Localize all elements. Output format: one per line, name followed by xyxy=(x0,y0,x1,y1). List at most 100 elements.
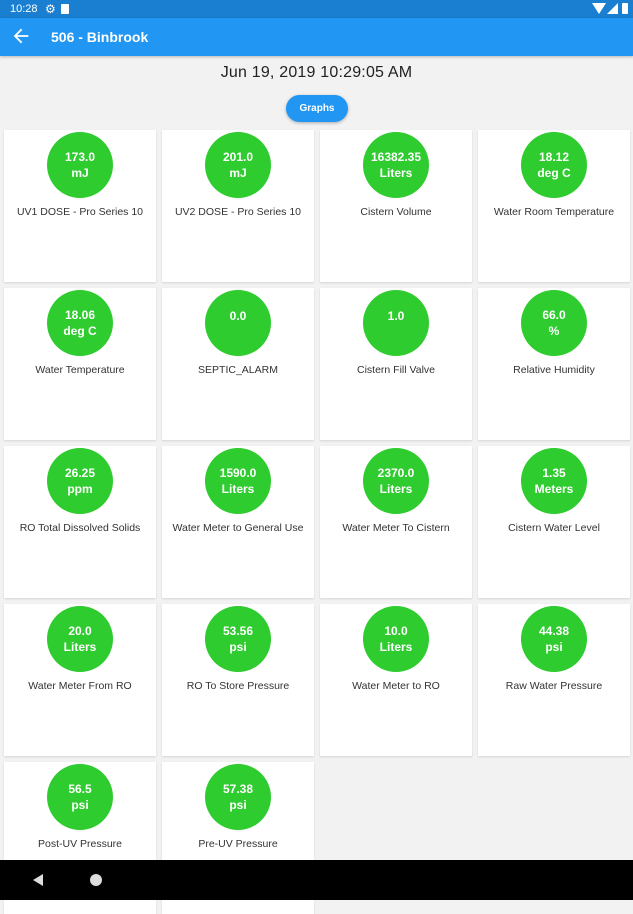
sensor-card[interactable]: 53.56 psi RO To Store Pressure xyxy=(162,604,314,756)
sensor-unit: mJ xyxy=(71,166,89,180)
sensor-value-badge: 2370.0 Liters xyxy=(363,448,429,514)
app-bar: 506 - Binbrook xyxy=(0,18,633,56)
sensor-unit: psi xyxy=(229,640,247,654)
sd-card-icon xyxy=(61,4,69,14)
sensor-value: 16382.35 xyxy=(370,150,422,164)
sensor-value-badge: 1.0 xyxy=(363,290,429,356)
sensor-label: Water Meter From RO xyxy=(28,680,132,692)
sensor-value-badge: 173.0 mJ xyxy=(47,132,113,198)
sensor-card[interactable]: 20.0 Liters Water Meter From RO xyxy=(4,604,156,756)
sensor-value-badge: 44.38 psi xyxy=(521,606,587,672)
sensor-label: Water Meter To Cistern xyxy=(342,522,450,534)
sensor-label: Raw Water Pressure xyxy=(505,680,603,692)
status-time: 10:28 xyxy=(10,3,38,15)
sensor-label: Water Meter to General Use xyxy=(172,522,304,534)
sensor-label: Water Meter to RO xyxy=(352,680,440,692)
sensor-value: 20.0 xyxy=(68,624,92,638)
sensor-value: 53.56 xyxy=(222,624,254,638)
sensor-value-badge: 57.38 psi xyxy=(205,764,271,830)
sensor-unit: Liters xyxy=(379,640,413,654)
sensor-card[interactable]: 44.38 psi Raw Water Pressure xyxy=(478,604,630,756)
sensor-value: 201.0 xyxy=(222,150,254,164)
sensor-unit: mJ xyxy=(229,166,247,180)
sensor-value: 44.38 xyxy=(538,624,570,638)
sensor-value: 66.0 xyxy=(542,308,566,322)
nav-back-icon[interactable] xyxy=(33,874,43,886)
sensor-label: UV1 DOSE - Pro Series 10 xyxy=(16,206,144,218)
sensor-label: SEPTIC_ALARM xyxy=(198,364,278,376)
sensor-value: 18.06 xyxy=(64,308,96,322)
sensor-label: Water Room Temperature xyxy=(493,206,615,218)
sensor-value: 0.0 xyxy=(229,309,247,323)
sensor-value-badge: 20.0 Liters xyxy=(47,606,113,672)
sensor-value: 1.0 xyxy=(387,309,405,323)
sensor-label: Relative Humidity xyxy=(513,364,595,376)
sensor-value: 1590.0 xyxy=(219,466,257,480)
sensor-card[interactable]: 201.0 mJ UV2 DOSE - Pro Series 10 xyxy=(162,130,314,282)
sensor-value-badge: 16382.35 Liters xyxy=(363,132,429,198)
sensor-value: 10.0 xyxy=(384,624,408,638)
sensor-card[interactable]: 18.06 deg C Water Temperature xyxy=(4,288,156,440)
battery-icon xyxy=(622,3,628,14)
sensor-grid: 173.0 mJ UV1 DOSE - Pro Series 10 201.0 mJ UV… xyxy=(0,130,633,914)
sensor-unit: psi xyxy=(229,798,247,812)
sensor-card[interactable]: 10.0 Liters Water Meter to RO xyxy=(320,604,472,756)
sensor-card[interactable]: 173.0 mJ UV1 DOSE - Pro Series 10 xyxy=(4,130,156,282)
sensor-unit: psi xyxy=(71,798,89,812)
sensor-card[interactable]: 16382.35 Liters Cistern Volume xyxy=(320,130,472,282)
settings-gear-icon: ⚙ xyxy=(45,2,56,16)
sensor-unit: ppm xyxy=(67,482,93,496)
sensor-unit: Liters xyxy=(379,482,413,496)
sensor-value: 1.35 xyxy=(542,466,566,480)
sensor-unit: deg C xyxy=(537,166,571,180)
sensor-label: Cistern Fill Valve xyxy=(357,364,435,376)
sensor-unit: % xyxy=(548,324,560,338)
sensor-value: 57.38 xyxy=(222,782,254,796)
sensor-unit: psi xyxy=(545,640,563,654)
graphs-button[interactable]: Graphs xyxy=(286,95,348,122)
system-nav-bar xyxy=(0,860,633,900)
sensor-card[interactable]: 2370.0 Liters Water Meter To Cistern xyxy=(320,446,472,598)
sensor-card[interactable]: 1.0 Cistern Fill Valve xyxy=(320,288,472,440)
sensor-card[interactable]: 26.25 ppm RO Total Dissolved Solids xyxy=(4,446,156,598)
sensor-value-badge: 18.06 deg C xyxy=(47,290,113,356)
sensor-unit: deg C xyxy=(63,324,97,338)
sensor-label: Cistern Volume xyxy=(360,206,432,218)
sensor-value-badge: 1.35 Meters xyxy=(521,448,587,514)
sensor-label: Water Temperature xyxy=(35,364,125,376)
sensor-card[interactable]: 1590.0 Liters Water Meter to General Use xyxy=(162,446,314,598)
sensor-value-badge: 10.0 Liters xyxy=(363,606,429,672)
sensor-unit: Liters xyxy=(221,482,255,496)
sensor-value: 173.0 xyxy=(64,150,96,164)
sensor-label: Cistern Water Level xyxy=(508,522,600,534)
sensor-value: 56.5 xyxy=(68,782,92,796)
sensor-unit: Meters xyxy=(534,482,574,496)
sensor-value: 2370.0 xyxy=(377,466,415,480)
sensor-label: UV2 DOSE - Pro Series 10 xyxy=(174,206,302,218)
sensor-card[interactable]: 0.0 SEPTIC_ALARM xyxy=(162,288,314,440)
sensor-value-badge: 56.5 psi xyxy=(47,764,113,830)
sensor-unit: Liters xyxy=(379,166,413,180)
sensor-unit: Liters xyxy=(63,640,97,654)
sensor-card[interactable]: 18.12 deg C Water Room Temperature xyxy=(478,130,630,282)
sensor-value-badge: 26.25 ppm xyxy=(47,448,113,514)
signal-icon xyxy=(607,3,618,14)
sensor-card[interactable]: 1.35 Meters Cistern Water Level xyxy=(478,446,630,598)
page-title: 506 - Binbrook xyxy=(51,29,149,45)
sensor-value-badge: 201.0 mJ xyxy=(205,132,271,198)
sensor-value-badge: 66.0% xyxy=(521,290,587,356)
sensor-label: RO Total Dissolved Solids xyxy=(19,522,141,534)
sensor-value-badge: 1590.0 Liters xyxy=(205,448,271,514)
nav-home-icon[interactable] xyxy=(90,874,102,886)
status-bar: 10:28 ⚙ xyxy=(0,0,633,18)
sensor-label: Post-UV Pressure xyxy=(37,838,123,850)
sensor-label: RO To Store Pressure xyxy=(186,680,290,692)
sensor-value-badge: 0.0 xyxy=(205,290,271,356)
sensor-card[interactable]: 66.0% Relative Humidity xyxy=(478,288,630,440)
reading-timestamp: Jun 19, 2019 10:29:05 AM xyxy=(220,64,413,81)
sensor-label: Pre-UV Pressure xyxy=(198,838,278,850)
sensor-value-badge: 53.56 psi xyxy=(205,606,271,672)
sensor-value: 26.25 xyxy=(64,466,96,480)
sensor-value-badge: 18.12 deg C xyxy=(521,132,587,198)
back-arrow-icon[interactable] xyxy=(10,25,32,47)
